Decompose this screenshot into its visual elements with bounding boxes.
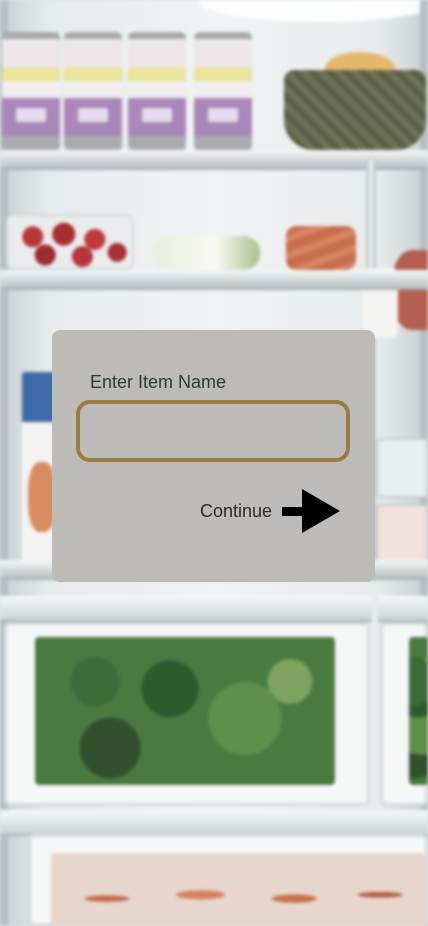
- leek: [152, 236, 260, 270]
- item-name-input[interactable]: [76, 400, 350, 462]
- milk-carton: [22, 372, 56, 572]
- crisper-drawer: [380, 622, 428, 806]
- food-container: [376, 504, 428, 568]
- bowl: [284, 70, 426, 150]
- beverage-can: [2, 32, 60, 150]
- enter-item-dialog: Enter Item Name Continue: [52, 330, 375, 582]
- continue-button[interactable]: Continue: [200, 488, 342, 534]
- drawer-handle: [0, 810, 428, 836]
- carrots: [286, 226, 356, 270]
- shelf: [0, 270, 428, 290]
- beverage-can: [64, 32, 122, 150]
- continue-label: Continue: [200, 500, 273, 521]
- greens: [409, 637, 428, 785]
- beverage-can: [194, 32, 252, 150]
- drawer-handle: [0, 596, 372, 622]
- greens: [35, 637, 335, 785]
- shelf: [0, 150, 428, 170]
- arrow-right-icon[interactable]: [280, 488, 342, 534]
- beverage-can: [128, 32, 186, 150]
- food-container: [376, 438, 428, 498]
- item-name-label: Enter Item Name: [90, 372, 227, 392]
- crisper-drawer: [4, 622, 370, 806]
- tomato-container: [6, 214, 134, 270]
- drawer-handle: [378, 596, 428, 622]
- bottom-drawer: [28, 834, 428, 926]
- potatoes: [51, 853, 425, 926]
